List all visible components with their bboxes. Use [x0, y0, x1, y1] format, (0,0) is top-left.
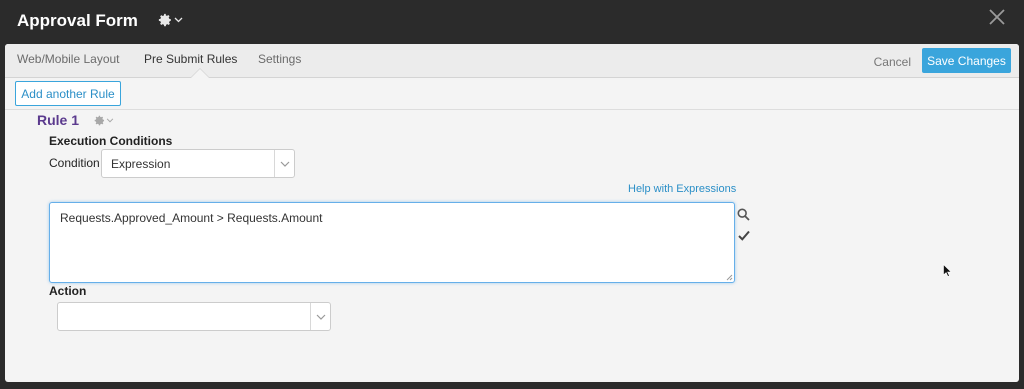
chevron-down-icon — [174, 17, 183, 23]
condition-select-value: Expression — [111, 157, 171, 171]
chevron-down-icon — [316, 314, 326, 320]
tab-bar: Web/Mobile Layout Pre Submit Rules Setti… — [5, 44, 1019, 78]
tab-web-mobile-layout[interactable]: Web/Mobile Layout — [17, 52, 120, 66]
condition-label: Condition — [49, 156, 100, 170]
window-titlebar: Approval Form — [0, 0, 1024, 44]
close-icon[interactable] — [988, 8, 1006, 26]
condition-select[interactable]: Expression — [101, 149, 295, 178]
select-divider — [310, 303, 311, 330]
rule-title: Rule 1 — [37, 112, 80, 128]
resize-grip-icon[interactable] — [726, 274, 733, 281]
form-editor-panel: Web/Mobile Layout Pre Submit Rules Setti… — [5, 44, 1019, 382]
help-with-expressions-link[interactable]: Help with Expressions — [628, 183, 736, 195]
save-changes-button[interactable]: Save Changes — [922, 48, 1011, 73]
expression-input[interactable] — [49, 202, 735, 283]
chevron-down-icon — [106, 118, 114, 123]
tab-settings[interactable]: Settings — [258, 52, 301, 66]
cancel-button[interactable]: Cancel — [874, 55, 911, 69]
action-select[interactable] — [57, 302, 331, 331]
active-tab-indicator — [191, 69, 209, 78]
execution-conditions-heading: Execution Conditions — [49, 134, 173, 148]
window-title: Approval Form — [17, 11, 138, 30]
gear-icon — [158, 13, 171, 27]
chevron-down-icon — [280, 161, 290, 167]
select-divider — [274, 150, 275, 177]
add-another-rule-button[interactable]: Add another Rule — [15, 81, 121, 106]
mouse-cursor-icon — [943, 264, 952, 277]
validate-check-icon[interactable] — [738, 230, 750, 241]
rules-toolbar: Add another Rule — [5, 79, 1019, 110]
rule-settings-menu[interactable] — [94, 115, 114, 126]
search-icon[interactable] — [737, 208, 750, 221]
action-heading: Action — [49, 284, 87, 298]
gear-icon — [94, 115, 105, 126]
tab-pre-submit-rules[interactable]: Pre Submit Rules — [144, 52, 237, 66]
form-settings-menu[interactable] — [158, 13, 183, 27]
